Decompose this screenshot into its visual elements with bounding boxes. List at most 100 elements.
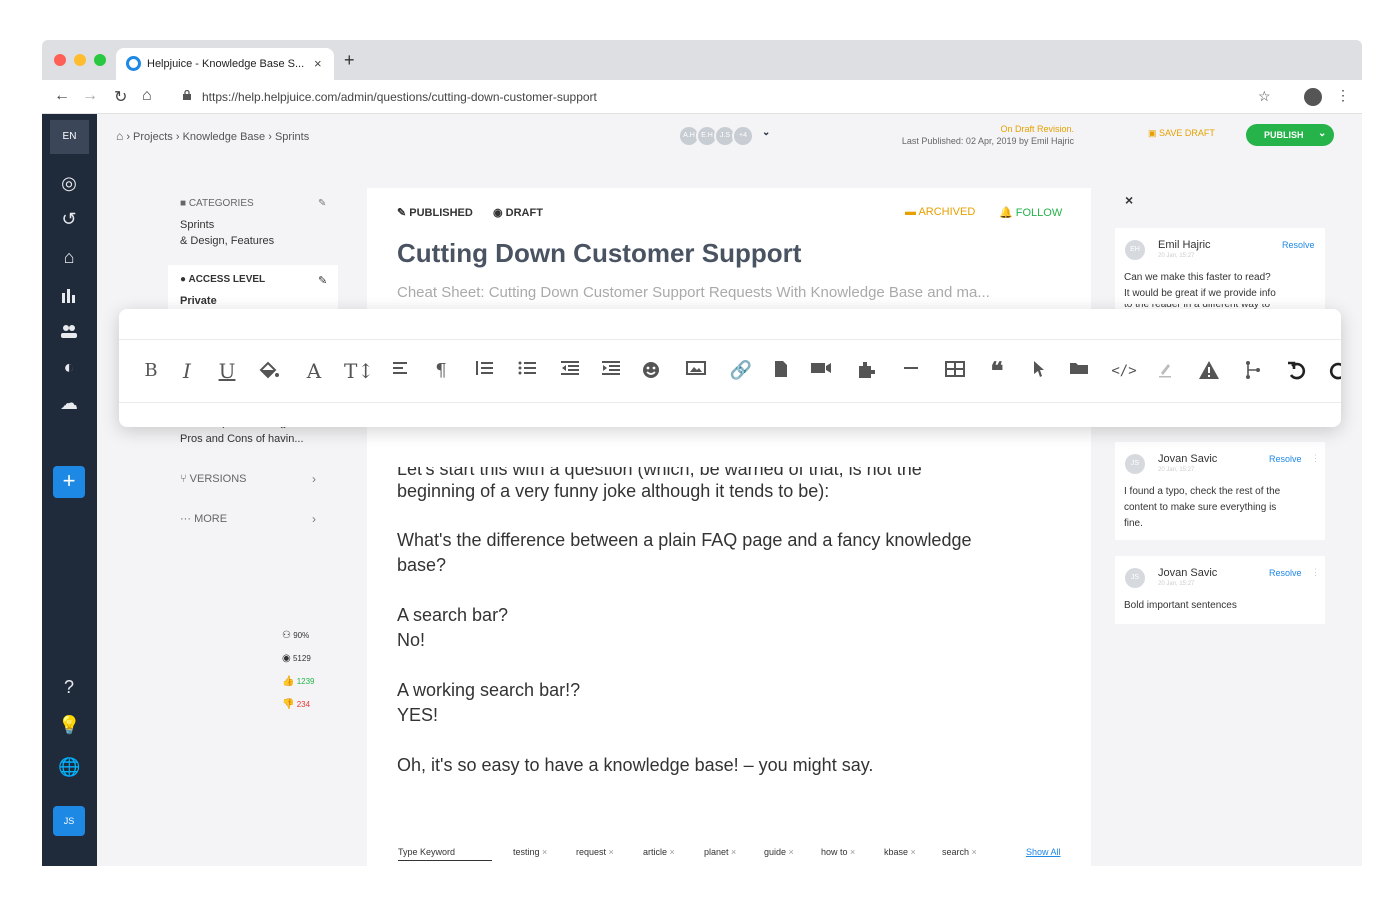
close-window-button[interactable] [54,54,66,66]
remove-tag-icon[interactable]: × [609,847,614,857]
chevron-right-icon[interactable]: › [312,472,316,486]
lightbulb-icon[interactable]: 💡 [58,714,80,736]
table-icon[interactable] [943,356,967,386]
tag-chip[interactable]: search × [942,847,977,857]
outdent-icon[interactable] [558,356,582,386]
resolve-button[interactable]: Resolve [1269,454,1302,464]
ordered-list-icon[interactable] [472,356,496,386]
tag-chip[interactable]: testing × [513,847,547,857]
breadcrumb-knowledge-base[interactable]: Knowledge Base [183,131,266,143]
quote-button[interactable]: ❝ [985,356,1009,386]
paragraph-button[interactable]: ¶ [429,356,453,386]
chevron-down-icon[interactable]: ⌄ [1318,128,1326,139]
horizontal-rule-icon[interactable] [899,356,923,386]
publish-button[interactable]: PUBLISH ⌄ [1246,124,1334,146]
remove-tag-icon[interactable]: × [972,847,977,857]
remove-tag-icon[interactable]: × [542,847,547,857]
cloud-upload-icon[interactable]: ☁ [58,392,80,414]
browser-tab[interactable]: Helpjuice - Knowledge Base S... × [116,48,334,80]
font-color-button[interactable]: A [302,356,326,386]
add-button[interactable]: + [53,466,85,498]
show-all-tags-link[interactable]: Show All [1026,847,1061,857]
tag-chip[interactable]: request × [576,847,614,857]
plugin-icon[interactable] [855,356,879,386]
signature-icon[interactable] [1153,356,1177,386]
minimize-window-button[interactable] [74,54,86,66]
breadcrumb-projects[interactable]: Projects [133,131,173,143]
folder-icon[interactable] [1067,356,1091,386]
comment-menu-icon[interactable]: ⋮ [1311,567,1320,578]
image-icon[interactable] [684,356,708,386]
analytics-icon[interactable] [58,284,80,306]
edit-access-icon[interactable]: ✎ [318,274,327,287]
indent-icon[interactable] [599,356,623,386]
keyword-input[interactable]: Type Keyword [398,847,492,861]
reload-icon[interactable]: ↻ [114,87,127,107]
more-link[interactable]: ··· MORE [180,513,227,525]
browser-menu-icon[interactable]: ⋮ [1336,87,1350,104]
chevron-right-icon[interactable]: › [312,512,316,526]
redo-icon[interactable] [1327,356,1341,386]
video-icon[interactable] [809,356,833,386]
versions-link[interactable]: ⑂ VERSIONS [180,473,247,485]
maximize-window-button[interactable] [94,54,106,66]
bullet-list-icon[interactable] [515,356,539,386]
edit-categories-icon[interactable]: ✎ [318,198,326,209]
archived-button[interactable]: ▬ ARCHIVED [905,206,975,218]
bookmark-star-icon[interactable]: ☆ [1258,88,1271,105]
tag-chip[interactable]: how to × [821,847,855,857]
home-icon[interactable]: ⌂ [116,129,123,143]
branch-icon[interactable] [1241,356,1265,386]
article-subtitle[interactable]: Cheat Sheet: Cutting Down Customer Suppo… [397,284,990,301]
tag-chip[interactable]: planet × [704,847,736,857]
compass-icon[interactable]: ◐ [58,356,80,378]
follow-button[interactable]: 🔔 FOLLOW [999,206,1062,219]
collaborator-more-avatar[interactable]: +4 [732,125,754,147]
tag-chip[interactable]: article × [643,847,675,857]
close-comments-icon[interactable]: × [1125,192,1133,208]
code-button[interactable]: </> [1109,356,1139,386]
resolve-button[interactable]: Resolve [1269,568,1302,578]
home-icon[interactable]: ⌂ [58,246,80,268]
published-tab[interactable]: ✎ PUBLISHED [397,206,473,219]
remove-tag-icon[interactable]: × [911,847,916,857]
warning-icon[interactable] [1197,356,1221,386]
tag-chip[interactable]: guide × [764,847,794,857]
bold-button[interactable]: B [139,356,163,386]
comment-menu-icon[interactable]: ⋮ [1311,453,1320,464]
tag-chip[interactable]: kbase × [884,847,916,857]
italic-button[interactable]: I [175,356,199,386]
back-arrow-icon[interactable]: ← [54,87,70,105]
forward-arrow-icon[interactable]: → [82,87,98,105]
users-icon[interactable] [58,320,80,342]
remove-tag-icon[interactable]: × [850,847,855,857]
undo-icon[interactable] [1285,356,1309,386]
align-left-icon[interactable] [389,356,413,386]
article-title[interactable]: Cutting Down Customer Support [397,238,801,269]
globe-icon[interactable]: 🌐 [58,756,80,778]
pointer-icon[interactable] [1027,356,1051,386]
home-icon[interactable]: ⌂ [142,87,152,105]
highlight-icon[interactable] [257,356,281,386]
tab-close-icon[interactable]: × [314,56,322,71]
remove-tag-icon[interactable]: × [731,847,736,857]
related-article-link[interactable]: Pros and Cons of havin... [180,433,304,445]
dashboard-icon[interactable]: ◎ [58,172,80,194]
profile-avatar[interactable] [1304,88,1322,106]
draft-tab[interactable]: ◉ DRAFT [493,206,543,219]
chevron-down-icon[interactable]: ⌄ [762,127,770,138]
file-icon[interactable] [769,356,793,386]
help-icon[interactable]: ? [58,676,80,698]
history-icon[interactable]: ↺ [58,208,80,230]
resolve-button[interactable]: Resolve [1282,240,1315,250]
url-field[interactable]: https://help.helpjuice.com/admin/questio… [202,90,597,104]
link-icon[interactable]: 🔗 [729,356,753,386]
emoji-icon[interactable] [639,356,663,386]
font-size-button[interactable]: T↕ [344,356,374,386]
remove-tag-icon[interactable]: × [789,847,794,857]
remove-tag-icon[interactable]: × [670,847,675,857]
save-draft-button[interactable]: ▣ SAVE DRAFT [1148,128,1215,139]
breadcrumb-sprints[interactable]: Sprints [275,131,309,143]
underline-button[interactable]: U [215,356,239,386]
language-switcher[interactable]: EN [50,120,89,154]
